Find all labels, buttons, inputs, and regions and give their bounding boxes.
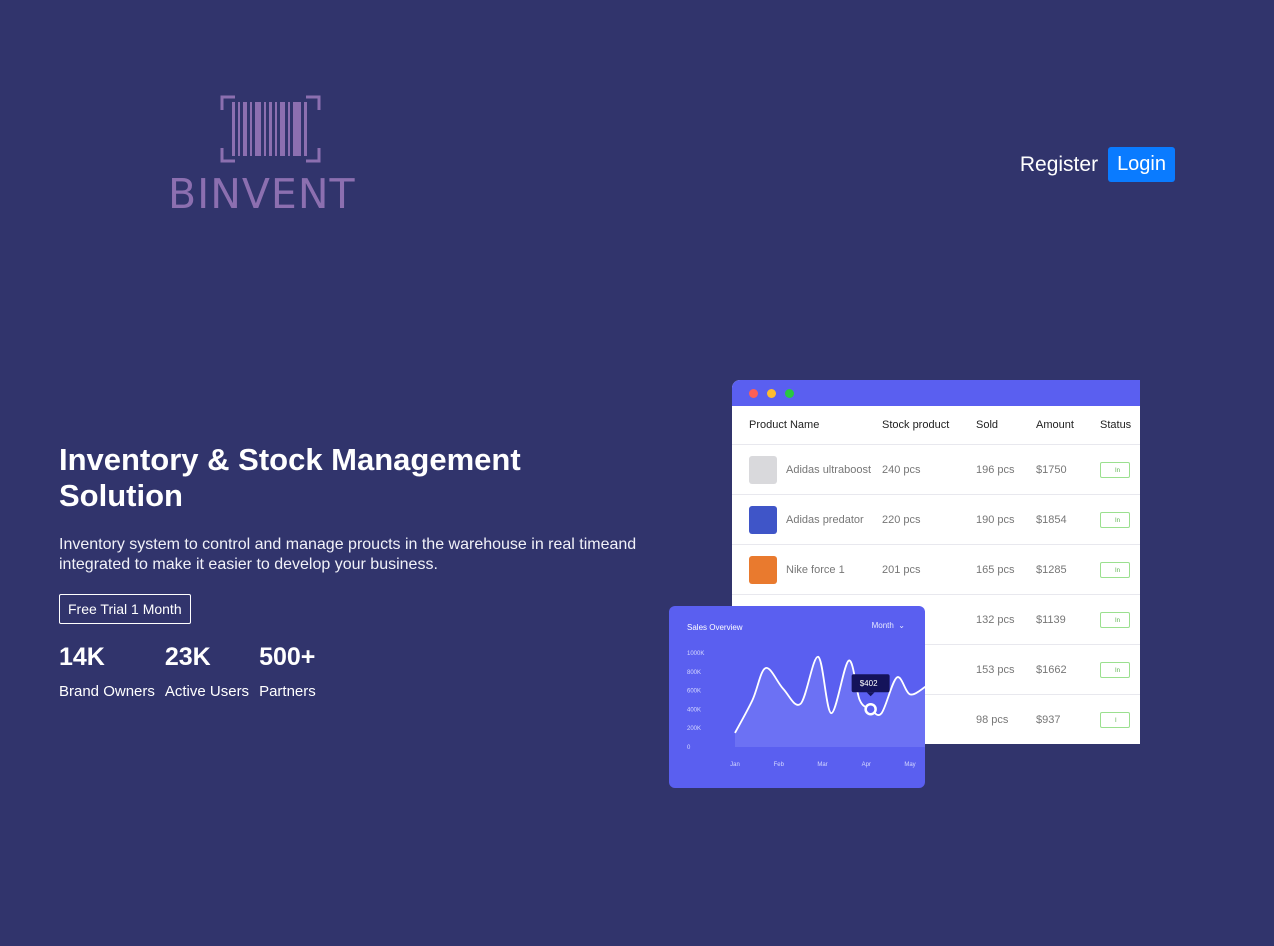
amount-cell: $937 (1036, 713, 1061, 726)
stat-label: Active Users (164, 683, 250, 700)
window-titlebar (732, 380, 1140, 406)
y-tick-label: 0 (687, 745, 691, 751)
free-trial-button[interactable]: Free Trial 1 Month (59, 594, 191, 624)
amount-cell: $1139 (1036, 613, 1066, 626)
product-name: Nike force 1 (786, 563, 845, 576)
y-tick-label: 400K (687, 707, 701, 713)
product-thumbnail (749, 505, 777, 534)
amount-cell: $1285 (1036, 563, 1067, 576)
status-cell: In (1100, 461, 1140, 478)
table-row[interactable]: Nike force 1 201 pcs 165 pcs $1285 In (732, 545, 1140, 595)
stock-cell: 220 pcs (882, 513, 921, 526)
x-tick-label: Jan (730, 762, 740, 768)
product-thumbnail (749, 455, 777, 484)
x-tick-label: Mar (817, 762, 827, 768)
table-header: Product Name Stock product Sold Amount S… (732, 406, 1140, 445)
col-product-name: Product Name (749, 419, 820, 431)
sold-cell: 190 pcs (976, 513, 1015, 526)
minimize-dot-icon (767, 389, 776, 398)
y-tick-label: 800K (687, 670, 701, 676)
sales-chart: 1000K 800K 600K 400K 200K 0 Jan Feb Mar Apr May $40… (687, 651, 925, 768)
status-badge: In (1100, 561, 1130, 578)
product-cell: Nike force 1 (732, 555, 882, 584)
y-tick-label: 600K (687, 689, 701, 695)
x-tick-label: Feb (774, 762, 785, 768)
status-cell: In (1100, 511, 1140, 528)
sold-cell: 153 pcs (976, 663, 1015, 676)
stat-active-users: 23K Active Users (165, 643, 249, 700)
close-dot-icon (749, 389, 758, 398)
status-cell: In (1100, 611, 1140, 628)
amount-cell: $1750 (1036, 463, 1067, 476)
stock-cell: 240 pcs (882, 463, 921, 476)
stat-value: 500+ (259, 643, 316, 671)
y-tick-label: 200K (687, 726, 701, 732)
brand-name: BINVENT (168, 170, 356, 218)
register-link[interactable]: Register (1020, 153, 1098, 177)
y-tick-label: 1000K (687, 651, 704, 657)
status-badge: I (1100, 711, 1130, 728)
stat-value: 14K (59, 643, 105, 671)
product-thumbnail (749, 555, 777, 584)
product-cell: Adidas predator (732, 505, 882, 534)
product-name: Adidas predator (786, 513, 864, 526)
col-sold: Sold (976, 419, 999, 431)
barcode-scan-icon (220, 95, 321, 163)
col-status: Status (1100, 419, 1132, 431)
brand-logo[interactable]: BINVENT (168, 94, 378, 218)
stats: 14K Brand Owners 23K Active Users 500+ P… (59, 643, 326, 700)
sold-cell: 98 pcs (976, 713, 1009, 726)
col-stock: Stock product (882, 419, 950, 431)
x-tick-label: Apr (862, 762, 871, 768)
stat-label: Partners (259, 683, 316, 700)
highlight-point (864, 702, 877, 716)
table-row[interactable]: Adidas predator 220 pcs 190 pcs $1854 In (732, 495, 1140, 545)
sold-cell: 132 pcs (976, 613, 1015, 626)
status-cell: In (1100, 661, 1140, 678)
stat-label: Brand Owners (59, 683, 155, 700)
stat-brand-owners: 14K Brand Owners (59, 643, 155, 700)
stat-partners: 500+ Partners (259, 643, 316, 700)
status-badge: In (1100, 461, 1130, 478)
hero-description: Inventory system to control and manage p… (59, 536, 637, 573)
tooltip-label: $402 (860, 679, 878, 688)
stock-cell: 201 pcs (882, 563, 921, 576)
login-button[interactable]: Login (1108, 147, 1175, 182)
sold-cell: 196 pcs (976, 463, 1015, 476)
auth-nav: Register Login (1020, 147, 1175, 182)
status-badge: In (1100, 511, 1130, 528)
status-badge: In (1100, 661, 1130, 678)
status-badge: In (1100, 611, 1130, 628)
status-cell: In (1100, 561, 1140, 578)
x-tick-label: May (904, 762, 915, 768)
sales-overview-card: Sales Overview Month ⌄ 1000K 800K 600K 400K… (669, 606, 925, 788)
status-cell: I (1100, 711, 1140, 728)
maximize-dot-icon (785, 389, 794, 398)
tooltip-pointer (866, 692, 875, 697)
table-row[interactable]: Adidas ultraboost 240 pcs 196 pcs $1750 In (732, 445, 1140, 495)
col-amount: Amount (1036, 419, 1074, 431)
amount-cell: $1662 (1036, 663, 1067, 676)
product-cell: Adidas ultraboost (732, 455, 882, 484)
hero-title: Inventory & Stock Management Solution (59, 442, 521, 513)
sold-cell: 165 pcs (976, 563, 1015, 576)
stat-value: 23K (164, 643, 211, 671)
amount-cell: $1854 (1036, 513, 1067, 526)
product-name: Adidas ultraboost (786, 463, 871, 476)
